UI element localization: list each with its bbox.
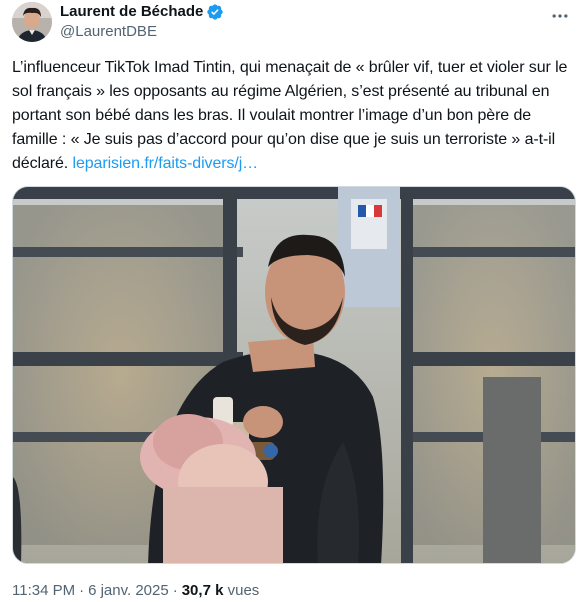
tweet-time[interactable]: 11:34 PM xyxy=(12,582,75,599)
article-link[interactable]: leparisien.fr/faits-divers/j… xyxy=(72,155,258,172)
photo-icon xyxy=(13,187,575,563)
tweet-meta: 11:34 PM · 6 janv. 2025 · 30,7 k vues xyxy=(12,581,259,601)
tweet-date[interactable]: 6 janv. 2025 xyxy=(88,582,169,599)
meta-separator: · xyxy=(79,582,85,599)
meta-separator-2: · xyxy=(172,582,178,599)
author-info: Laurent de Béchade @LaurentDBE xyxy=(60,2,224,42)
tweet-text: L’influenceur TikTok Imad Tintin, qui me… xyxy=(12,56,578,176)
avatar[interactable] xyxy=(12,2,52,42)
views-count: 30,7 k xyxy=(181,582,224,599)
verified-badge-icon[interactable] xyxy=(206,3,224,21)
tweet-photo[interactable] xyxy=(12,186,576,564)
author-handle[interactable]: @LaurentDBE xyxy=(60,22,224,42)
author-name[interactable]: Laurent de Béchade xyxy=(60,2,203,22)
views-label: vues xyxy=(227,582,260,599)
tweet: Laurent de Béchade @LaurentDBE L’influen… xyxy=(0,0,588,602)
tweet-header: Laurent de Béchade @LaurentDBE xyxy=(12,2,576,44)
more-options-icon[interactable] xyxy=(548,4,572,28)
